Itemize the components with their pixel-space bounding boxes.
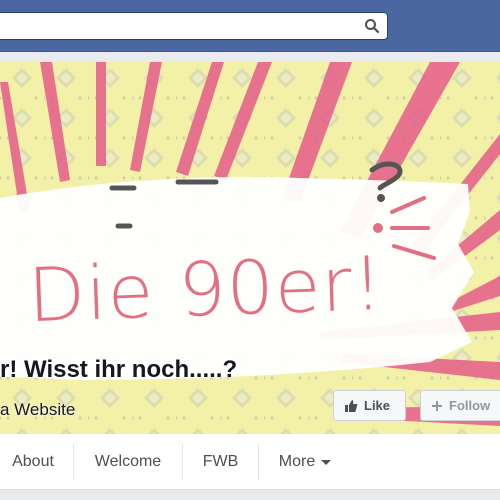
plus-icon [432,400,442,411]
tab-label: More [278,453,316,470]
tab-label: About [12,453,54,470]
like-label: Like [364,398,391,413]
top-navigation-bar [0,0,500,52]
follow-label: Follow [449,398,491,413]
tab-more[interactable]: More [259,434,351,490]
page-title[interactable]: r! Wisst ihr noch.....? [0,356,237,384]
tab-welcome[interactable]: Welcome [74,434,182,490]
like-button[interactable]: Like [333,390,406,421]
search-input[interactable] [0,12,388,40]
page-tabs: About Welcome FWB More [0,434,500,490]
cover-logo-text: Die 90er! [26,240,385,340]
follow-button[interactable]: Follow [420,390,500,421]
thumbs-up-icon [345,399,358,412]
cover-photo[interactable]: Die 90er! r! Wisst ihr noch.....? a Webs… [0,62,500,434]
search-icon [365,19,380,34]
tab-label: FWB [202,453,239,470]
tab-about[interactable]: About [0,434,66,490]
tab-fwb[interactable]: FWB [183,434,258,490]
tab-label: Welcome [94,453,162,470]
search-button[interactable] [357,13,387,39]
caret-down-icon [321,459,332,465]
page-category[interactable]: a Website [0,400,75,420]
